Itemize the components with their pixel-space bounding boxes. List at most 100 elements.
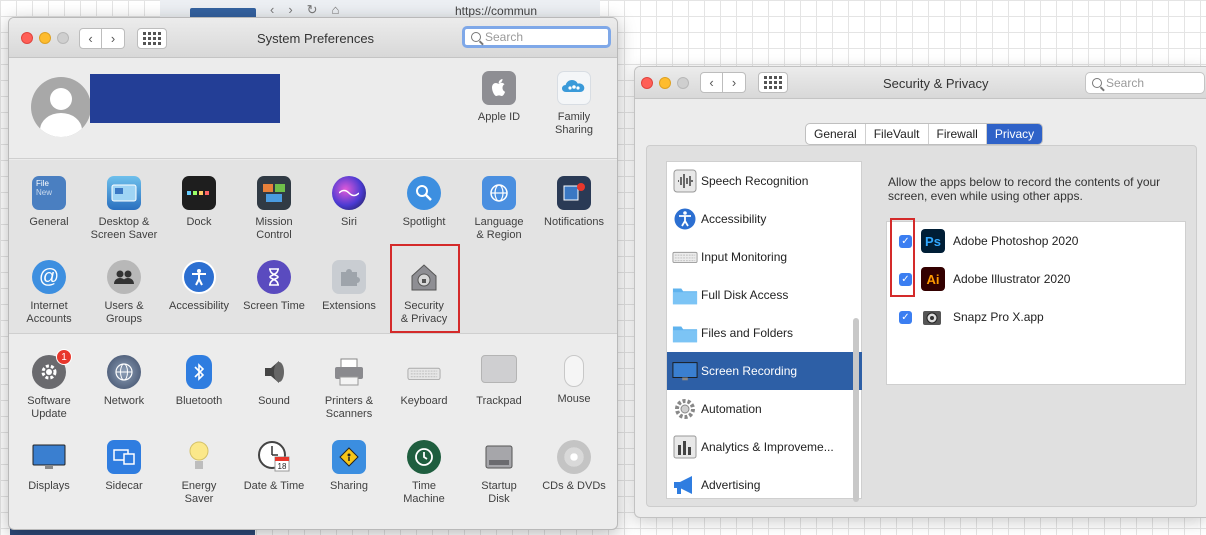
illustrator-icon: Ai [921,267,945,291]
pref-printers-scanners[interactable]: Printers & Scanners [309,355,389,421]
sharing-sign-icon [332,440,366,474]
snapz-checkbox[interactable]: ✓ [899,311,912,324]
user-avatar[interactable] [31,77,91,137]
pref-dock[interactable]: Dock [159,176,239,229]
close-button[interactable] [21,32,33,44]
pref-time-machine[interactable]: Time Machine [384,440,464,506]
tab-general[interactable]: General [806,124,866,144]
minimize-button[interactable] [659,77,671,89]
pref-trackpad[interactable]: Trackpad [459,355,539,408]
account-section: Apple ID Family Sharing [9,59,617,159]
pref-general[interactable]: File New General [9,176,89,229]
show-all-button[interactable] [137,28,167,49]
pref-users-groups[interactable]: Users & Groups [84,260,164,326]
list-item-analytics[interactable]: Analytics & Improveme... [667,428,862,466]
tab-firewall[interactable]: Firewall [929,124,987,144]
back-button[interactable]: ‹ [700,72,723,93]
list-item-input-monitoring[interactable]: Input Monitoring [667,238,862,276]
pref-label: Sound [258,395,290,407]
window-title: System Preferences [257,31,375,46]
pref-spotlight[interactable]: Spotlight [384,176,464,229]
forward-button[interactable]: › [102,28,125,49]
app-label: Adobe Photoshop 2020 [953,234,1079,248]
window-title: Security & Privacy [883,76,989,91]
app-label: Adobe Illustrator 2020 [953,272,1071,286]
pref-label: Siri [341,216,357,228]
disk-icon [482,440,516,474]
pref-label: Software Update [27,395,71,420]
pref-sound[interactable]: Sound [234,355,314,408]
app-row-snapz[interactable]: ✓ Snapz Pro X.app [887,298,1185,336]
pref-sharing[interactable]: Sharing [309,440,389,493]
pref-startup-disk[interactable]: Startup Disk [459,440,539,506]
show-all-button[interactable] [758,72,788,93]
pref-desktop-screen-saver[interactable]: Desktop & Screen Saver [84,176,164,242]
gear-icon [672,396,698,422]
list-item-screen-recording[interactable]: Screen Recording [667,352,862,390]
speaker-icon [257,355,291,389]
list-scrollbar[interactable] [853,318,859,502]
list-item-automation[interactable]: Automation [667,390,862,428]
search-field[interactable]: Search [462,26,611,48]
search-placeholder: Search [485,30,524,44]
pref-extensions[interactable]: Extensions [309,260,389,313]
pref-mission-control[interactable]: Mission Control [234,176,314,242]
back-button[interactable]: ‹ [79,28,102,49]
pref-label: Date & Time [243,480,305,492]
keyboard-icon [672,244,698,270]
app-row-photoshop[interactable]: ✓ Ps Adobe Photoshop 2020 [887,222,1185,260]
pref-accessibility[interactable]: Accessibility [159,260,239,313]
pref-siri[interactable]: Siri [309,176,389,229]
search-field[interactable]: Search [1085,72,1205,94]
minimize-button[interactable] [39,32,51,44]
close-button[interactable] [641,77,653,89]
bluetooth-icon [186,355,212,389]
security-privacy-highlight [390,244,460,333]
list-item-speech-recognition[interactable]: Speech Recognition [667,162,862,200]
pref-bluetooth[interactable]: Bluetooth [159,355,239,408]
zoom-button[interactable] [57,32,69,44]
pref-date-time[interactable]: 18 Date & Time [234,440,314,493]
tab-filevault[interactable]: FileVault [866,124,929,144]
pref-label: Apple ID [477,111,521,123]
pref-language-region[interactable]: Language & Region [459,176,539,242]
general-icon: File New [32,176,66,210]
pref-label: Spotlight [402,216,446,228]
zoom-button[interactable] [677,77,689,89]
folder-icon [672,320,698,346]
pref-label: Energy Saver [181,480,217,505]
pref-internet-accounts[interactable]: @ Internet Accounts [9,260,89,326]
pref-network[interactable]: Network [84,355,164,408]
forward-button[interactable]: › [723,72,746,93]
list-item-advertising[interactable]: Advertising [667,466,862,504]
grid-icon [764,76,782,89]
pref-label: Trackpad [476,395,522,407]
keyboard-icon [407,355,441,389]
list-item-label: Input Monitoring [701,250,788,264]
bar-chart-icon [672,434,698,460]
pref-apple-id[interactable]: Apple ID [459,71,539,124]
list-item-files-and-folders[interactable]: Files and Folders [667,314,862,352]
search-icon [1092,78,1102,88]
pref-mouse[interactable]: Mouse [534,355,614,406]
pref-keyboard[interactable]: Keyboard [384,355,464,408]
pref-energy-saver[interactable]: Energy Saver [159,440,239,506]
printer-icon [332,355,366,389]
pref-family-sharing[interactable]: Family Sharing [534,71,614,137]
pref-label: Dock [186,216,212,228]
tab-privacy[interactable]: Privacy [986,124,1043,144]
pref-software-update[interactable]: 1 Software Update [9,349,89,421]
pref-screen-time[interactable]: Screen Time [234,260,314,313]
app-row-illustrator[interactable]: ✓ Ai Adobe Illustrator 2020 [887,260,1185,298]
list-item-full-disk-access[interactable]: Full Disk Access [667,276,862,314]
list-item-accessibility[interactable]: Accessibility [667,200,862,238]
pref-cds-dvds[interactable]: CDs & DVDs [534,440,614,493]
pref-label: Family Sharing [555,111,593,136]
screen-recording-description: Allow the apps below to record the conte… [888,175,1161,203]
list-item-label: Analytics & Improveme... [701,440,834,454]
general-icon-text: New [36,188,53,197]
pref-sidecar[interactable]: Sidecar [84,440,164,493]
pref-displays[interactable]: Displays [9,440,89,493]
pref-notifications[interactable]: Notifications [534,176,614,229]
list-item-label: Screen Recording [701,364,798,378]
